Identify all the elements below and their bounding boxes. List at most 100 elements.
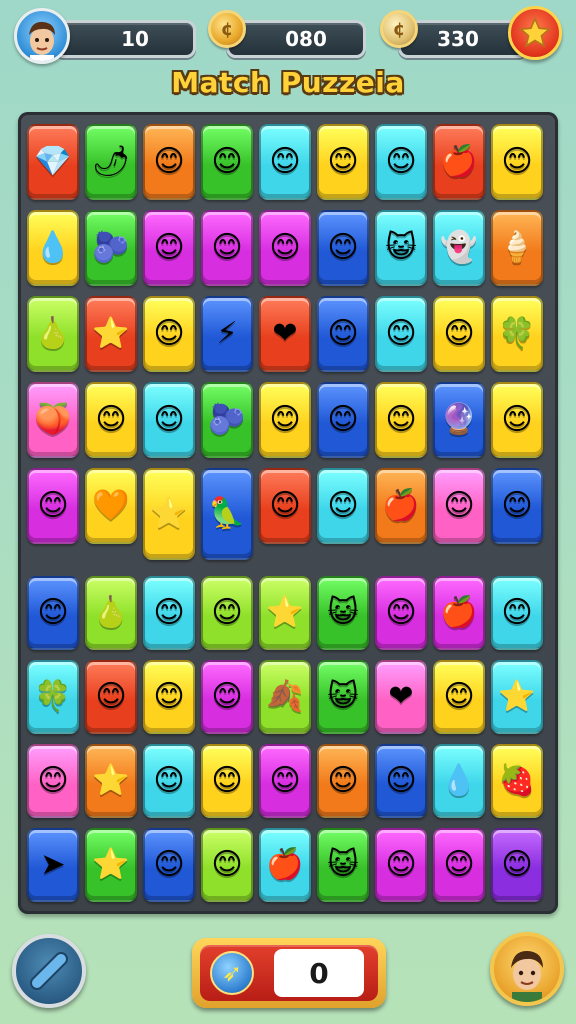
tile-magenta-top-r2-c4[interactable]: 😊 bbox=[201, 210, 253, 286]
tile-green-top-r2-c2[interactable]: 🫐 bbox=[85, 210, 137, 286]
tile-red-bottom-r2-c2[interactable]: 😊 bbox=[85, 660, 137, 734]
tile-yellow-bottom-r3-c4[interactable]: 😊 bbox=[201, 744, 253, 818]
tile-candy-icon: 😊 bbox=[153, 679, 185, 714]
tile-yellow-bottom-r2-c3[interactable]: 😊 bbox=[143, 660, 195, 734]
tile-magenta-bottom-r2-c4[interactable]: 😊 bbox=[201, 660, 253, 734]
tile-cyan-bottom-r1-c3[interactable]: 😊 bbox=[143, 576, 195, 650]
tile-blue-top-r3-c4[interactable]: ⚡ bbox=[201, 296, 253, 372]
tile-blue-bottom-r3-c7[interactable]: 😊 bbox=[375, 744, 427, 818]
tile-blue-bottom-r4-c3[interactable]: 😊 bbox=[143, 828, 195, 902]
tile-cyan-top-r1-c7[interactable]: 😊 bbox=[375, 124, 427, 200]
tile-candy-icon: 😊 bbox=[501, 595, 533, 630]
tile-blue-top-r4-c6[interactable]: 😊 bbox=[317, 382, 369, 458]
tile-yellow-top-r1-c9[interactable]: 😊 bbox=[491, 124, 543, 200]
tile-red-top-r3-c5[interactable]: ❤ bbox=[259, 296, 311, 372]
tile-cyan-top-r4-c3[interactable]: 😊 bbox=[143, 382, 195, 458]
tile-green-top-r4-c4[interactable]: 🫐 bbox=[201, 382, 253, 458]
tile-blue-top-r2-c6[interactable]: 😊 bbox=[317, 210, 369, 286]
tile-candy-icon: 😊 bbox=[211, 144, 243, 179]
tile-lime-bottom-r1-c5[interactable]: ⭐ bbox=[259, 576, 311, 650]
tile-candy-icon: ❤ bbox=[272, 316, 298, 351]
tile-yellow-top-r4-c7[interactable]: 😊 bbox=[375, 382, 427, 458]
tile-candy-icon: 😊 bbox=[211, 679, 243, 714]
tile-blue-top-r5-c9[interactable]: 😊 bbox=[491, 468, 543, 544]
tile-candy-icon: 🫐 bbox=[92, 230, 130, 265]
tile-cyan-top-r1-c5[interactable]: 😊 bbox=[259, 124, 311, 200]
tile-magenta-bottom-r1-c7[interactable]: 😊 bbox=[375, 576, 427, 650]
tile-yellow-top-r3-c9[interactable]: 🍀 bbox=[491, 296, 543, 372]
tile-green-bottom-r4-c6[interactable]: 😺 bbox=[317, 828, 369, 902]
tile-green-bottom-r4-c2[interactable]: ⭐ bbox=[85, 828, 137, 902]
tile-cyan-bottom-r3-c3[interactable]: 😊 bbox=[143, 744, 195, 818]
tile-pink-top-r5-c8[interactable]: 😊 bbox=[433, 468, 485, 544]
tile-orange-top-r2-c9[interactable]: 🍦 bbox=[491, 210, 543, 286]
tile-yellow-top-r3-c3[interactable]: 😊 bbox=[143, 296, 195, 372]
tile-green-top-r1-c2[interactable]: 🌶 bbox=[85, 124, 137, 200]
tile-lime-bottom-r4-c4[interactable]: 😊 bbox=[201, 828, 253, 902]
tile-candy-icon: 😊 bbox=[327, 402, 359, 437]
tile-blue-bottom-r1-c1[interactable]: 😊 bbox=[27, 576, 79, 650]
right-avatar-button[interactable] bbox=[490, 932, 564, 1006]
tile-magenta-top-r2-c5[interactable]: 😊 bbox=[259, 210, 311, 286]
tile-magenta-top-r5-c1[interactable]: 😊 bbox=[27, 468, 79, 544]
tile-blue-top-r5-c4[interactable]: 🦜 bbox=[201, 468, 253, 560]
tile-purple-bottom-r4-c9[interactable]: 😊 bbox=[491, 828, 543, 902]
star-button[interactable] bbox=[508, 6, 562, 60]
tile-yellow-bottom-r2-c8[interactable]: 😊 bbox=[433, 660, 485, 734]
tile-candy-icon: ➤ bbox=[40, 847, 66, 882]
tile-magenta-bottom-r4-c8[interactable]: 😊 bbox=[433, 828, 485, 902]
tile-lime-bottom-r1-c2[interactable]: 🍐 bbox=[85, 576, 137, 650]
tile-cyan-bottom-r1-c9[interactable]: 😊 bbox=[491, 576, 543, 650]
tile-cyan-top-r2-c8[interactable]: 👻 bbox=[433, 210, 485, 286]
tile-lime-bottom-r1-c4[interactable]: 😊 bbox=[201, 576, 253, 650]
tile-cyan-top-r2-c7[interactable]: 😺 bbox=[375, 210, 427, 286]
tile-orange-bottom-r3-c2[interactable]: ⭐ bbox=[85, 744, 137, 818]
tile-yellow-top-r1-c6[interactable]: 😊 bbox=[317, 124, 369, 200]
tile-cyan-bottom-r3-c8[interactable]: 💧 bbox=[433, 744, 485, 818]
tile-blue-top-r4-c8[interactable]: 🔮 bbox=[433, 382, 485, 458]
player-portrait-icon[interactable] bbox=[14, 8, 70, 64]
tile-yellow-bottom-r3-c9[interactable]: 🍓 bbox=[491, 744, 543, 818]
tile-candy-icon: 😊 bbox=[95, 402, 127, 437]
tile-pink-bottom-r3-c1[interactable]: 😊 bbox=[27, 744, 79, 818]
tile-orange-bottom-r3-c6[interactable]: 😊 bbox=[317, 744, 369, 818]
tile-orange-top-r5-c7[interactable]: 🍎 bbox=[375, 468, 427, 544]
tile-magenta-bottom-r1-c8[interactable]: 🍎 bbox=[433, 576, 485, 650]
tile-magenta-bottom-r4-c7[interactable]: 😊 bbox=[375, 828, 427, 902]
tile-orange-top-r1-c3[interactable]: 😊 bbox=[143, 124, 195, 200]
tile-cyan-top-r5-c6[interactable]: 😊 bbox=[317, 468, 369, 544]
tile-lime-bottom-r2-c5[interactable]: 🍂 bbox=[259, 660, 311, 734]
tile-red-top-r5-c5[interactable]: 😊 bbox=[259, 468, 311, 544]
tile-candy-icon: ⭐ bbox=[150, 496, 188, 531]
tile-cyan-bottom-r2-c9[interactable]: ⭐ bbox=[491, 660, 543, 734]
tile-red-top-r1-c8[interactable]: 🍎 bbox=[433, 124, 485, 200]
tile-yellow-top-r3-c8[interactable]: 😊 bbox=[433, 296, 485, 372]
tile-blue-top-r3-c6[interactable]: 😊 bbox=[317, 296, 369, 372]
tile-red-top-r3-c2[interactable]: ⭐ bbox=[85, 296, 137, 372]
tile-cyan-bottom-r4-c5[interactable]: 🍎 bbox=[259, 828, 311, 902]
tile-candy-icon: 😊 bbox=[385, 402, 417, 437]
tile-cyan-top-r3-c7[interactable]: 😊 bbox=[375, 296, 427, 372]
board-lower-grid: 😊 🍐 😊 😊 ⭐ 😺 😊 🍎 😊 🍀 😊 😊 😊 🍂 😺 ❤ 😊 ⭐ 😊 ⭐ 😊 😊 😊 😊 😊 💧 🍓 ➤ ⭐ 😊 😊 🍎 😺 😊 😊 😊 bbox=[27, 576, 549, 902]
tile-green-top-r1-c4[interactable]: 😊 bbox=[201, 124, 253, 200]
tile-blue-bottom-r4-c1[interactable]: ➤ bbox=[27, 828, 79, 902]
tile-yellow-top-r2-c1[interactable]: 💧 bbox=[27, 210, 79, 286]
tile-yellow-top-r5-c3[interactable]: ⭐ bbox=[143, 468, 195, 560]
tile-pink-top-r4-c1[interactable]: 🍑 bbox=[27, 382, 79, 458]
tile-cyan-bottom-r2-c1[interactable]: 🍀 bbox=[27, 660, 79, 734]
rocket-icon: ➶ bbox=[210, 951, 254, 995]
tile-candy-icon: 😊 bbox=[385, 144, 417, 179]
tile-yellow-top-r4-c5[interactable]: 😊 bbox=[259, 382, 311, 458]
tile-yellow-top-r5-c2[interactable]: 🧡 bbox=[85, 468, 137, 544]
tile-yellow-top-r4-c2[interactable]: 😊 bbox=[85, 382, 137, 458]
tile-magenta-top-r2-c3[interactable]: 😊 bbox=[143, 210, 195, 286]
tile-candy-icon: 💧 bbox=[34, 230, 72, 265]
tile-pink-bottom-r2-c7[interactable]: ❤ bbox=[375, 660, 427, 734]
tile-green-bottom-r2-c6[interactable]: 😺 bbox=[317, 660, 369, 734]
tile-green-bottom-r1-c6[interactable]: 😺 bbox=[317, 576, 369, 650]
tile-yellow-top-r4-c9[interactable]: 😊 bbox=[491, 382, 543, 458]
tile-red-top-r1-c1[interactable]: 💎 bbox=[27, 124, 79, 200]
tile-lime-top-r3-c1[interactable]: 🍐 bbox=[27, 296, 79, 372]
tile-magenta-bottom-r3-c5[interactable]: 😊 bbox=[259, 744, 311, 818]
left-action-button[interactable] bbox=[12, 934, 86, 1008]
